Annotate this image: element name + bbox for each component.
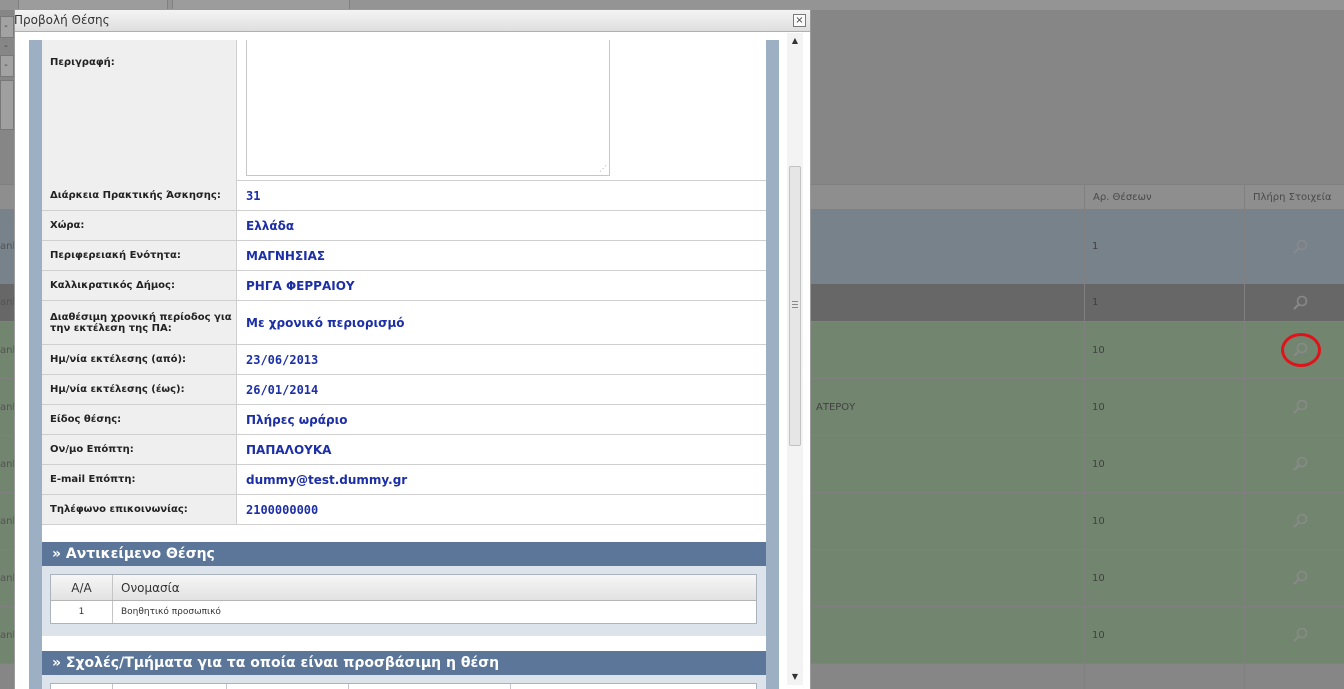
view-position-dialog: Προβολή Θέσης × Περιγραφή: ⋰ Διάρκεια Πρ…: [14, 9, 811, 689]
field-row: Ον/μο Επόπτη: ΠΑΠΑΛΟΥΚΑ: [42, 435, 766, 465]
object-table-header: Α/Α Ονομασία: [51, 575, 756, 601]
field-value: 26/01/2014: [246, 382, 319, 397]
schools-table-column: [227, 684, 349, 689]
schools-table-column: [51, 684, 113, 689]
resize-grip-icon[interactable]: ⋰: [599, 165, 607, 173]
field-value: 23/06/2013: [246, 352, 319, 367]
section-header-schools: » Σχολές/Τμήματα για τα οποία είναι προσ…: [42, 651, 766, 675]
field-label: E-mail Επόπτη:: [42, 465, 237, 494]
field-label: Ον/μο Επόπτη:: [42, 435, 237, 464]
close-icon: ×: [795, 15, 804, 26]
field-label: Διάρκεια Πρακτικής Άσκησης:: [42, 181, 237, 210]
field-row: Καλλικρατικός Δήμος: ΡΗΓΑ ΦΕΡΡΑΙΟΥ: [42, 271, 766, 301]
section-body-object: Α/Α Ονομασία 1 Βοηθητικό προσωπικό: [42, 566, 766, 636]
description-textarea[interactable]: ⋰: [246, 40, 610, 176]
field-value: Πλήρες ωράριο: [246, 412, 348, 427]
schools-table-column: [349, 684, 511, 689]
section-body-schools: [42, 675, 766, 689]
field-label: Ημ/νία εκτέλεσης (έως):: [42, 375, 237, 404]
table-row: 1 Βοηθητικό προσωπικό: [51, 601, 756, 623]
field-label: Καλλικρατικός Δήμος:: [42, 271, 237, 300]
dialog-body: Περιγραφή: ⋰ Διάρκεια Πρακτικής Άσκησης:…: [15, 33, 810, 689]
field-row: Είδος θέσης: Πλήρες ωράριο: [42, 405, 766, 435]
field-label: Ημ/νία εκτέλεσης (από):: [42, 345, 237, 374]
field-label: Περιφερειακή Ενότητα:: [42, 241, 237, 270]
field-label: Τηλέφωνο επικοινωνίας:: [42, 495, 237, 524]
dialog-titlebar[interactable]: Προβολή Θέσης ×: [14, 10, 810, 32]
field-row: E-mail Επόπτη: dummy@test.dummy.gr: [42, 465, 766, 495]
scroll-up-arrow-icon[interactable]: ▲: [787, 33, 803, 49]
field-label: Είδος θέσης:: [42, 405, 237, 434]
field-value: Ελλάδα: [246, 218, 295, 233]
grip-icon: [792, 301, 798, 309]
field-row: Χώρα: Ελλάδα: [42, 211, 766, 241]
dialog-title: Προβολή Θέσης: [14, 13, 110, 27]
field-value: 31: [246, 188, 261, 203]
field-row: Τηλέφωνο επικοινωνίας: 2100000000: [42, 495, 766, 525]
field-row: Περιφερειακή Ενότητα: ΜΑΓΝΗΣΙΑΣ: [42, 241, 766, 271]
field-value: ΜΑΓΝΗΣΙΑΣ: [246, 248, 326, 263]
dialog-scrollbar[interactable]: ▲ ▼: [787, 33, 803, 685]
schools-table: [50, 683, 757, 689]
field-value: Με χρονικό περιορισμό: [246, 315, 405, 330]
object-table: Α/Α Ονομασία 1 Βοηθητικό προσωπικό: [50, 574, 757, 624]
scroll-thumb[interactable]: [789, 166, 801, 446]
column-header-name: Ονομασία: [121, 581, 180, 595]
row-aa: 1: [51, 601, 113, 623]
position-details: Περιγραφή: ⋰ Διάρκεια Πρακτικής Άσκησης:…: [42, 40, 766, 689]
field-value: ΠΑΠΑΛΟΥΚΑ: [246, 442, 332, 457]
field-label: Διαθέσιμη χρονική περίοδος για την εκτέλ…: [42, 301, 237, 344]
field-row: Ημ/νία εκτέλεσης (από): 23/06/2013: [42, 345, 766, 375]
field-value: ΡΗΓΑ ΦΕΡΡΑΙΟΥ: [246, 278, 355, 293]
field-value: dummy@test.dummy.gr: [246, 472, 408, 487]
close-button[interactable]: ×: [793, 14, 806, 27]
field-value: 2100000000: [246, 502, 319, 517]
highlight-circle: [1281, 333, 1321, 367]
content-frame: Περιγραφή: ⋰ Διάρκεια Πρακτικής Άσκησης:…: [29, 40, 779, 689]
column-header-aa: Α/Α: [51, 575, 113, 600]
scroll-down-arrow-icon[interactable]: ▼: [787, 669, 803, 685]
field-row-description: Περιγραφή: ⋰: [42, 40, 766, 181]
row-name: Βοηθητικό προσωπικό: [121, 607, 221, 617]
field-row: Ημ/νία εκτέλεσης (έως): 26/01/2014: [42, 375, 766, 405]
field-row: Διάρκεια Πρακτικής Άσκησης: 31: [42, 181, 766, 211]
field-label: Περιγραφή:: [42, 40, 237, 181]
schools-table-column: [113, 684, 227, 689]
field-row: Διαθέσιμη χρονική περίοδος για την εκτέλ…: [42, 301, 766, 345]
field-label: Χώρα:: [42, 211, 237, 240]
section-header-object: » Αντικείμενο Θέσης: [42, 542, 766, 566]
